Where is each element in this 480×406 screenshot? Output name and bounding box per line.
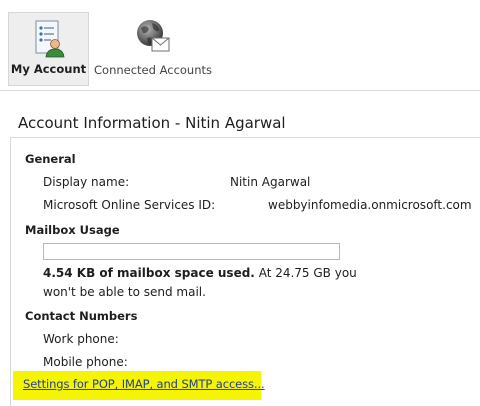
mailbox-limit-text: At 24.75 GB you xyxy=(254,266,357,280)
connected-accounts-label: Connected Accounts xyxy=(94,63,213,77)
mobile-phone-label: Mobile phone: xyxy=(43,355,128,369)
section-divider xyxy=(10,137,480,138)
my-account-label: My Account xyxy=(10,62,87,76)
globe-mail-icon xyxy=(135,18,171,61)
connected-accounts-button[interactable]: Connected Accounts xyxy=(94,12,212,86)
mailbox-limit-text-line2: won't be able to send mail. xyxy=(43,285,206,299)
mailbox-usage-heading: Mailbox Usage xyxy=(25,223,120,237)
work-phone-label: Work phone: xyxy=(43,332,119,346)
display-name-value: Nitin Agarwal xyxy=(230,175,311,189)
account-info-title: Account Information - Nitin Agarwal xyxy=(18,114,286,132)
contact-numbers-heading: Contact Numbers xyxy=(25,309,138,323)
ribbon-toolbar: My Account Connected Accounts xyxy=(0,0,480,91)
section-left-border xyxy=(10,137,11,406)
mailbox-usage-bar xyxy=(43,243,340,260)
ms-online-id-label: Microsoft Online Services ID: xyxy=(43,198,216,212)
ms-online-id-value: webbyinfomedia.onmicrosoft.com xyxy=(268,198,472,212)
general-heading: General xyxy=(25,152,76,166)
pop-imap-smtp-settings-link[interactable]: Settings for POP, IMAP, and SMTP access.… xyxy=(23,377,265,391)
account-form-icon xyxy=(32,19,66,62)
display-name-label: Display name: xyxy=(43,175,130,189)
mailbox-used-amount: 4.54 KB of mailbox space used. xyxy=(43,266,255,280)
my-account-button[interactable]: My Account xyxy=(8,12,89,86)
mailbox-usage-text: 4.54 KB of mailbox space used. At 24.75 … xyxy=(43,266,357,280)
